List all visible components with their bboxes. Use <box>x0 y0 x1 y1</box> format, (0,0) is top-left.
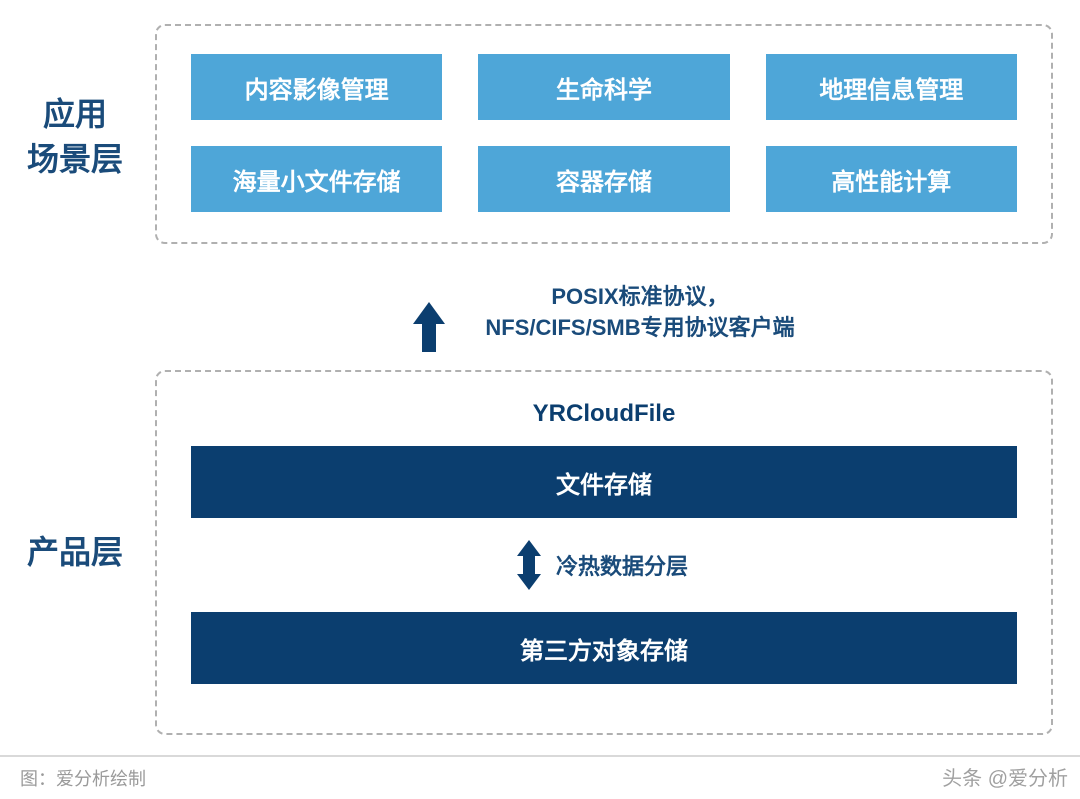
tile-row-1: 内容影像管理 生命科学 地理信息管理 <box>191 54 1017 120</box>
layer-label-product: 产品层 <box>20 530 130 575</box>
layer-label-app: 应用场景层 <box>20 92 130 182</box>
tile-life-science: 生命科学 <box>478 54 729 120</box>
tile-gis: 地理信息管理 <box>766 54 1017 120</box>
connector-line1: POSIX标准协议， <box>485 282 794 313</box>
tile-hpc: 高性能计算 <box>766 146 1017 212</box>
tiering-row: 冷热数据分层 <box>191 540 1017 590</box>
tile-content-imaging: 内容影像管理 <box>191 54 442 120</box>
tile-container-storage: 容器存储 <box>478 146 729 212</box>
product-layer-box: YRCloudFile 文件存储 冷热数据分层 第三方对象存储 <box>155 370 1053 735</box>
file-storage-bar: 文件存储 <box>191 446 1017 518</box>
tile-row-2: 海量小文件存储 容器存储 高性能计算 <box>191 146 1017 212</box>
object-storage-bar: 第三方对象存储 <box>191 612 1017 684</box>
connector-section: POSIX标准协议， NFS/CIFS/SMB专用协议客户端 <box>155 258 1053 368</box>
tile-small-files: 海量小文件存储 <box>191 146 442 212</box>
tiering-label: 冷热数据分层 <box>556 549 688 581</box>
double-arrow-icon <box>520 540 538 590</box>
caption-text: 图：爱分析绘制 <box>20 765 146 791</box>
app-scenario-box: 内容影像管理 生命科学 地理信息管理 海量小文件存储 容器存储 高性能计算 <box>155 24 1053 244</box>
product-subtitle: YRCloudFile <box>533 400 676 428</box>
arrow-up-icon <box>413 302 445 324</box>
watermark-text: 头条 @爱分析 <box>942 762 1068 791</box>
connector-line2: NFS/CIFS/SMB专用协议客户端 <box>485 313 794 344</box>
connector-text: POSIX标准协议， NFS/CIFS/SMB专用协议客户端 <box>485 282 794 344</box>
figure-caption: 图：爱分析绘制 <box>0 755 1080 799</box>
